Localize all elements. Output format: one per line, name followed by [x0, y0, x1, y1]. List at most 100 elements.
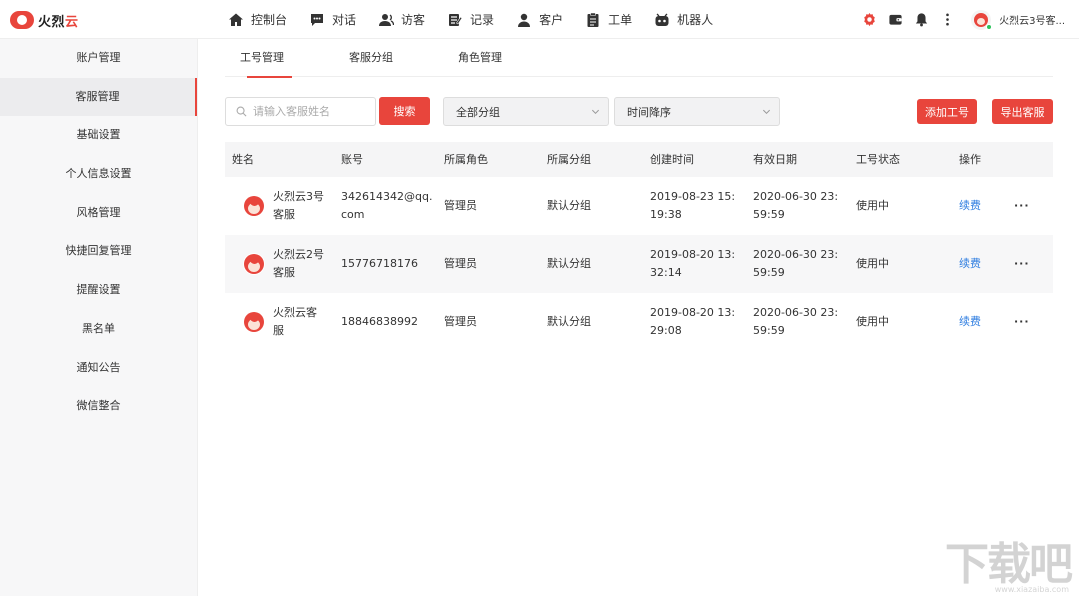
search-box	[225, 97, 376, 126]
search-icon	[236, 106, 247, 117]
status: 使用中	[856, 199, 889, 212]
agent-role: 管理员	[444, 315, 477, 328]
customer-icon	[516, 12, 532, 28]
column-header: 所属分组	[547, 152, 591, 166]
agent-avatar	[243, 253, 265, 275]
brand-name: 火烈云	[38, 14, 79, 30]
settings-gear-icon[interactable]	[861, 12, 877, 28]
valid-date: 2020-06-30 23:59:59	[753, 248, 839, 279]
site-watermark: 下载吧 www.xiazaiba.com	[945, 528, 1073, 594]
chevron-down-icon	[591, 109, 600, 115]
more-actions-icon[interactable]: ···	[1014, 199, 1030, 212]
ticket-icon	[585, 12, 601, 28]
agent-account: 15776718176	[341, 257, 418, 270]
name-cell: 火烈云2号客服	[225, 246, 334, 282]
nav-visitor[interactable]: 访客	[378, 11, 425, 28]
tab-role[interactable]: 角色管理	[442, 39, 518, 77]
wallet-icon[interactable]	[887, 12, 903, 28]
nav-label: 访客	[401, 13, 426, 27]
notification-bell-icon[interactable]	[913, 12, 929, 28]
group-select-value: 全部分组	[456, 105, 500, 119]
robot-icon	[654, 12, 670, 28]
user-name[interactable]: 火烈云3号客...	[999, 12, 1065, 27]
tab-agent-group[interactable]: 客服分组	[333, 39, 409, 77]
chat-icon	[309, 12, 325, 28]
sidebar: 账户管理 客服管理 基础设置 个人信息设置 风格管理 快捷回复管理 提醒设置 黑…	[0, 39, 198, 596]
agent-role: 管理员	[444, 257, 477, 270]
add-job-number-button[interactable]: 添加工号	[917, 99, 977, 124]
tab-job-number[interactable]: 工号管理	[225, 39, 300, 78]
sidebar-item-account[interactable]: 账户管理	[0, 39, 197, 78]
table-row: 火烈云客服 18846838992 管理员 默认分组 2019-08-20 13…	[225, 293, 1053, 351]
record-icon	[447, 12, 463, 28]
agent-group: 默认分组	[547, 199, 591, 212]
sort-select-value: 时间降序	[627, 105, 671, 119]
renew-link[interactable]: 续费	[959, 257, 981, 270]
home-icon	[228, 12, 244, 28]
name-cell: 火烈云3号客服	[225, 188, 334, 224]
agent-name: 火烈云3号客服	[273, 190, 324, 221]
agent-avatar	[243, 195, 265, 217]
visitor-icon	[378, 12, 395, 28]
tab-bar: 工号管理 客服分组 角色管理	[225, 39, 1053, 78]
main-content: 工号管理 客服分组 角色管理 搜索 全部分组 时间降序 添加工号 导出客服 姓名…	[198, 39, 1079, 596]
main-nav: 控制台 对话 访客 记录 客户 工单 机器人	[228, 0, 735, 39]
renew-link[interactable]: 续费	[959, 199, 981, 212]
table-header: 姓名 账号 所属角色 所属分组 创建时间 有效日期 工号状态 操作	[225, 142, 1053, 177]
created-time: 2019-08-20 13:29:08	[650, 306, 736, 337]
nav-ticket[interactable]: 工单	[585, 11, 632, 28]
agent-name: 火烈云2号客服	[273, 248, 324, 279]
nav-chat[interactable]: 对话	[309, 11, 356, 28]
agents-table: 姓名 账号 所属角色 所属分组 创建时间 有效日期 工号状态 操作 火烈云3号客…	[225, 142, 1053, 351]
sidebar-item-announcement[interactable]: 通知公告	[0, 349, 197, 388]
sidebar-item-reminder[interactable]: 提醒设置	[0, 271, 197, 310]
sidebar-item-personal-info[interactable]: 个人信息设置	[0, 155, 197, 194]
sidebar-item-quick-reply[interactable]: 快捷回复管理	[0, 232, 197, 271]
renew-link[interactable]: 续费	[959, 315, 981, 328]
column-header: 所属角色	[444, 152, 488, 166]
status: 使用中	[856, 257, 889, 270]
brand-logo[interactable]: 火烈云	[10, 9, 79, 31]
more-vertical-icon[interactable]	[939, 12, 955, 28]
nav-label: 对话	[332, 13, 357, 27]
table-row: 火烈云3号客服 342614342@qq.com 管理员 默认分组 2019-0…	[225, 177, 1053, 235]
watermark-text: 下载吧	[945, 539, 1073, 590]
created-time: 2019-08-23 15:19:38	[650, 190, 736, 221]
agent-account: 342614342@qq.com	[341, 190, 433, 221]
column-header: 账号	[341, 152, 363, 166]
status: 使用中	[856, 315, 889, 328]
nav-dashboard[interactable]: 控制台	[228, 11, 287, 28]
nav-label: 记录	[470, 13, 495, 27]
export-agents-button[interactable]: 导出客服	[992, 99, 1053, 124]
sidebar-item-blacklist[interactable]: 黑名单	[0, 310, 197, 349]
sidebar-item-basic-settings[interactable]: 基础设置	[0, 116, 197, 155]
agent-account: 18846838992	[341, 315, 418, 328]
top-right-tools: 火烈云3号客...	[861, 0, 1079, 39]
agent-avatar	[243, 311, 265, 333]
nav-label: 工单	[608, 13, 633, 27]
search-input[interactable]	[253, 105, 363, 118]
agent-role: 管理员	[444, 199, 477, 212]
column-header: 创建时间	[650, 152, 694, 166]
more-actions-icon[interactable]: ···	[1014, 257, 1030, 270]
group-select[interactable]: 全部分组	[443, 97, 609, 126]
valid-date: 2020-06-30 23:59:59	[753, 306, 839, 337]
nav-label: 客户	[539, 13, 564, 27]
nav-robot[interactable]: 机器人	[654, 11, 713, 28]
search-button[interactable]: 搜索	[379, 97, 430, 125]
user-avatar[interactable]	[971, 9, 993, 30]
created-time: 2019-08-20 13:32:14	[650, 248, 736, 279]
sidebar-item-style[interactable]: 风格管理	[0, 194, 197, 233]
agent-group: 默认分组	[547, 315, 591, 328]
watermark-url: www.xiazaiba.com	[994, 585, 1069, 594]
column-header: 工号状态	[856, 152, 900, 166]
nav-record[interactable]: 记录	[447, 11, 494, 28]
sort-select[interactable]: 时间降序	[614, 97, 780, 126]
brand-logo-icon	[10, 11, 34, 29]
column-header: 姓名	[232, 152, 254, 166]
nav-customer[interactable]: 客户	[516, 11, 563, 28]
more-actions-icon[interactable]: ···	[1014, 315, 1030, 328]
sidebar-item-agent-management[interactable]: 客服管理	[0, 77, 197, 117]
agent-name: 火烈云客服	[273, 306, 317, 337]
sidebar-item-wechat[interactable]: 微信整合	[0, 387, 197, 426]
